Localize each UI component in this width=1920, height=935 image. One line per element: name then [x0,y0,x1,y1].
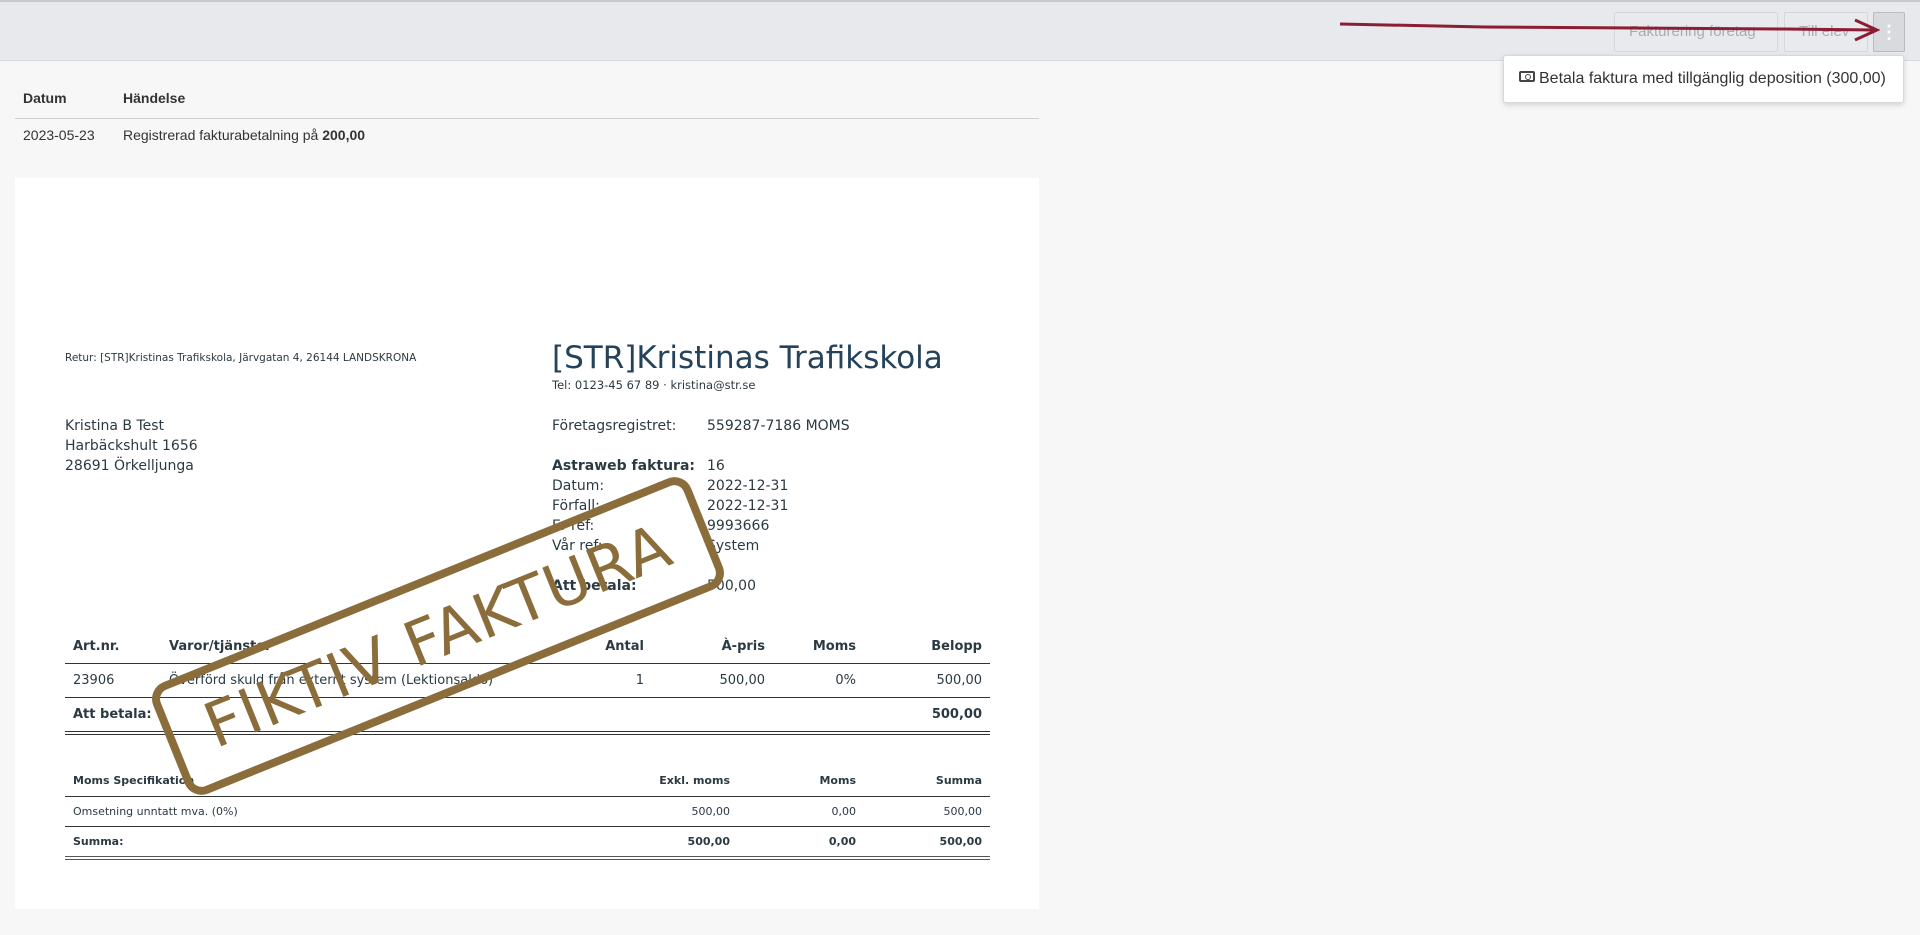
table-row: 2023-05-23 Registrerad fakturabetalning … [15,119,1039,155]
column-header-moms: Moms [773,630,864,664]
vat-total-exkl: 500,00 [602,826,738,860]
dropdown-menu: Betala faktura med tillgänglig depositio… [1503,55,1904,103]
recipient-name: Kristina B Test [65,418,165,434]
item-artnr: 23906 [65,663,161,698]
meta-value: 16 [707,458,725,474]
company-contact: Tel: 0123-45 67 89 · kristina@str.se [552,378,756,392]
company-name: [STR]Kristinas Trafikskola [552,340,943,376]
column-header-artnr: Art.nr. [65,630,161,664]
column-header-belopp: Belopp [864,630,990,664]
vat-total-label: Summa: [65,826,602,860]
vat-summa: 500,00 [864,796,990,827]
history-date: 2023-05-23 [23,127,95,143]
meta-value: 559287-7186 MOMS [707,418,850,434]
vat-total-moms: 0,00 [738,826,864,860]
history-event-amount: 200,00 [322,127,366,143]
history-event-text: Registrerad fakturabetalning på [123,127,323,143]
column-header-vat: Moms [738,765,864,797]
meta-value: 2022-12-31 [707,498,789,514]
meta-value: 9993666 [707,518,770,534]
pay-with-deposit-menu-item[interactable]: Betala faktura med tillgänglig depositio… [1519,56,1903,102]
column-header-moms-spec: Moms Specifikation [65,765,602,797]
annotation-arrow [1339,18,1880,42]
recipient-city: 28691 Örkelljunga [65,458,194,474]
history-event: Registrerad fakturabetalning på 200,00 [123,127,365,143]
item-antal: 1 [566,663,652,698]
column-header-exkl: Exkl. moms [602,765,738,797]
vat-moms: 0,00 [738,796,864,827]
item-moms: 0% [773,663,864,698]
invoice-document: Retur: [STR]Kristinas Trafikskola, Järvg… [15,178,1039,909]
meta-label: Astraweb faktura: [552,458,695,474]
meta-label: Företagsregistret: [552,418,677,434]
item-belopp: 500,00 [864,663,990,698]
vat-exkl: 500,00 [602,796,738,827]
vertical-dots-icon: ⋮ [1880,22,1898,42]
column-header-apris: À-pris [652,630,773,664]
column-header-datum: Datum [23,90,67,106]
recipient-street: Harbäckshult 1656 [65,438,198,454]
item-apris: 500,00 [652,663,773,698]
vat-total-summa: 500,00 [864,826,990,860]
history-table: Datum Händelse 2023-05-23 Registrerad fa… [15,82,1039,155]
return-address: Retur: [STR]Kristinas Trafikskola, Järvg… [65,352,417,364]
recipient-address: Kristina B Test Harbäckshult 1656 28691 … [65,416,198,476]
items-total-value: 500,00 [864,697,990,735]
column-header-handelse: Händelse [123,90,186,106]
table-row: Omsetning unntatt mva. (0%) 500,00 0,00 … [65,796,990,827]
history-header-row: Datum Händelse [15,82,1039,119]
meta-value: 2022-12-31 [707,478,789,494]
column-header-summa: Summa [864,765,990,797]
vat-desc: Omsetning unntatt mva. (0%) [65,796,602,827]
menu-item-label: Betala faktura med tillgänglig depositio… [1539,70,1886,87]
vat-total-row: Summa: 500,00 0,00 500,00 [65,826,990,860]
money-icon [1519,71,1535,83]
